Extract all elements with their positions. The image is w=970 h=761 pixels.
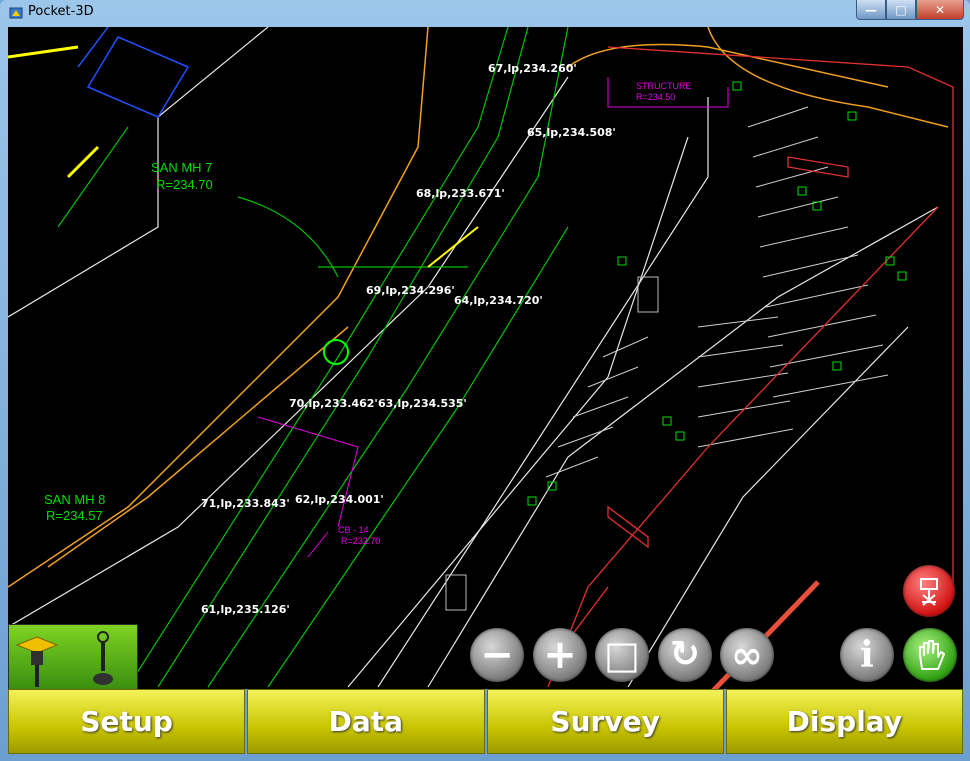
survey-point-label[interactable]: 69,lp,234.296' (366, 284, 455, 297)
setup-button[interactable]: Setup (8, 689, 246, 754)
pan-button[interactable] (903, 628, 957, 682)
zoom-window-button[interactable]: ∞ (720, 628, 774, 682)
survey-button[interactable]: Survey (486, 689, 724, 754)
info-button[interactable]: i (840, 628, 894, 682)
survey-point-label[interactable]: 70,lp,233.462' (289, 397, 378, 410)
data-button[interactable]: Data (247, 689, 485, 754)
cad-label-san-mh-7: SAN MH 7 (151, 160, 213, 175)
cad-label-structure: STRUCTURE (636, 81, 692, 91)
zoom-out-button[interactable]: − (470, 628, 524, 682)
survey-point-label[interactable]: 65,lp,234.508' (527, 126, 616, 139)
rotate-button[interactable]: ↻ (658, 628, 712, 682)
window-title: Pocket-3D (28, 4, 94, 19)
cad-label-cb14: CB - 14 (338, 525, 369, 535)
gps-status-widget[interactable] (8, 624, 138, 689)
bottom-menu-bar: Setup Data Survey Display (8, 689, 963, 754)
zoom-window-icon: ∞ (731, 633, 763, 677)
zoom-in-icon: + (543, 632, 577, 678)
cad-drawing (8, 27, 954, 689)
gps-receiver-icon (15, 631, 113, 687)
survey-point-label[interactable]: 71,lp,233.843' (201, 497, 290, 510)
survey-point-label[interactable]: 68,lp,233.671' (416, 187, 505, 200)
info-icon: i (860, 634, 874, 676)
display-button[interactable]: Display (725, 689, 963, 754)
survey-point-label[interactable]: 64,lp,234.720' (454, 294, 543, 307)
survey-point-label[interactable]: 62,lp,234.001' (295, 493, 384, 506)
survey-point-label[interactable]: 61,lp,235.126' (201, 603, 290, 616)
cad-label-san-mh-8: SAN MH 8 (44, 492, 106, 507)
maximize-button[interactable]: □ (886, 0, 916, 20)
cad-label-san-mh-8-elev: R=234.57 (46, 508, 103, 523)
app-icon (9, 7, 23, 19)
zoom-in-button[interactable]: + (533, 628, 587, 682)
record-button[interactable] (903, 565, 955, 617)
survey-point-label[interactable]: 63,lp,234.535' (378, 397, 467, 410)
cad-label-structure-elev: R=234.50 (636, 92, 676, 102)
close-button[interactable]: ✕ (916, 0, 964, 20)
survey-point-label[interactable]: 67,lp,234.260' (488, 62, 577, 75)
zoom-extents-icon: □ (604, 633, 640, 677)
cad-map-view[interactable]: SAN MH 7 R=234.70 SAN MH 8 R=234.57 STRU… (8, 27, 963, 689)
minimize-button[interactable]: — (856, 0, 886, 20)
rotate-icon: ↻ (669, 634, 701, 675)
cad-label-san-mh-7-elev: R=234.70 (156, 177, 213, 192)
app-window: Pocket-3D — □ ✕ SAN MH 7 R=234.70 SAN MH… (0, 0, 970, 761)
hand-pan-icon (919, 640, 945, 670)
cad-label-cb14-elev: R=232.70 (341, 536, 381, 546)
zoom-out-icon: − (480, 632, 514, 678)
rover-stop-icon (920, 578, 938, 606)
title-bar[interactable]: Pocket-3D — □ ✕ (0, 0, 970, 26)
zoom-extents-button[interactable]: □ (595, 628, 649, 682)
